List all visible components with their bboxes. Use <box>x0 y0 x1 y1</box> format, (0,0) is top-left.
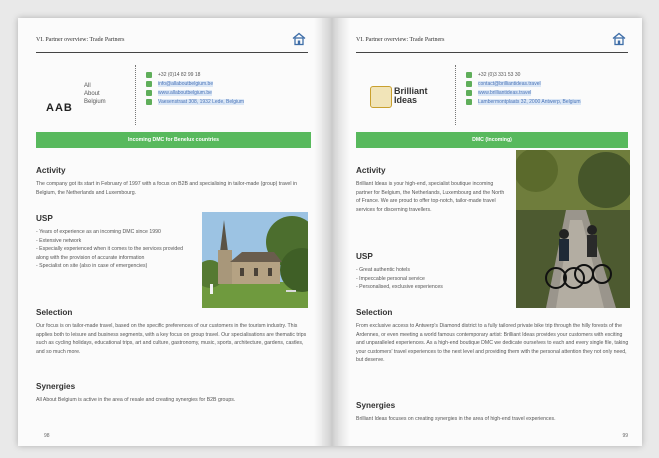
home-icon[interactable] <box>292 32 306 46</box>
right-selection-text: From exclusive access to Antwerp's Diamo… <box>356 323 629 364</box>
list-item: Extensive network <box>36 237 186 246</box>
home-icon[interactable] <box>612 32 626 46</box>
right-selection-heading: Selection <box>356 308 393 317</box>
list-item: Personalised, exclusive experiences <box>356 283 506 292</box>
left-page-number: 98 <box>44 433 50 439</box>
left-selection-heading: Selection <box>36 308 73 317</box>
list-item: Years of experience as an incoming DMC s… <box>36 228 186 237</box>
location-pin-icon <box>466 98 472 105</box>
phone-icon <box>146 71 152 78</box>
cyclists-photo <box>516 150 630 308</box>
right-synergies-heading: Synergies <box>356 401 396 410</box>
phone-icon <box>466 71 472 78</box>
website-link[interactable]: www.brilliantideas.travel <box>478 89 532 96</box>
phone-number: +32 (0)3 331 53 30 <box>478 71 521 78</box>
brochure-spread: VI. Partner overview: Trade Partners AAB… <box>18 18 642 446</box>
left-synergies-text: All About Belgium is active in the area … <box>36 397 236 403</box>
right-usp-heading: USP <box>356 252 373 261</box>
email-icon <box>466 80 472 87</box>
phone-row: +32 (0)3 331 53 30 <box>466 70 581 79</box>
right-activity-heading: Activity <box>356 166 386 175</box>
list-item: Specialist on site (also in case of emer… <box>36 262 186 271</box>
left-contact-block: +32 (0)14 82 99 18 info@allaboutbelgium.… <box>146 70 245 106</box>
aab-logo-text: All About Belgium <box>84 82 106 106</box>
left-header-title: VI. Partner overview: Trade Partners <box>36 37 125 43</box>
address-row: Vaesenstraat 308, 1932 Lede, Belgium <box>146 97 245 106</box>
right-contact-block: +32 (0)3 331 53 30 contact@brilliantidea… <box>466 70 581 106</box>
right-page: VI. Partner overview: Trade Partners Bri… <box>338 18 642 446</box>
bi-logo-line: Ideas <box>394 95 418 105</box>
aab-logo-line: Belgium <box>84 99 106 105</box>
left-usp-heading: USP <box>36 214 53 223</box>
right-page-header: VI. Partner overview: Trade Partners <box>356 30 628 53</box>
email-row: contact@brilliantideas.travel <box>466 79 581 88</box>
website-link[interactable]: www.allaboutbelgium.be <box>158 89 212 96</box>
brilliant-ideas-logo-text: Brilliant Ideas <box>394 87 428 105</box>
globe-icon <box>146 89 152 96</box>
aab-logo-mark: AAB <box>46 102 73 114</box>
address-text: Lambermontplaats 32, 2000 Antwerp, Belgi… <box>478 98 581 105</box>
left-page-header: VI. Partner overview: Trade Partners <box>36 30 308 53</box>
logo-divider <box>135 65 136 125</box>
globe-icon <box>466 89 472 96</box>
email-link[interactable]: info@allaboutbelgium.be <box>158 80 214 87</box>
right-page-number: 99 <box>622 433 628 439</box>
left-page: VI. Partner overview: Trade Partners AAB… <box>18 18 322 446</box>
address-row: Lambermontplaats 32, 2000 Antwerp, Belgi… <box>466 97 581 106</box>
list-item: Impeccable personal service <box>356 275 506 284</box>
right-usp-list: Great authentic hotels Impeccable person… <box>356 266 506 292</box>
email-link[interactable]: contact@brilliantideas.travel <box>478 80 541 87</box>
email-row: info@allaboutbelgium.be <box>146 79 244 88</box>
address-text: Vaesenstraat 308, 1932 Lede, Belgium <box>158 98 245 105</box>
phone-row: +32 (0)14 82 99 18 <box>146 70 244 79</box>
left-selection-text: Our focus is on tailor-made travel, base… <box>36 323 307 355</box>
aab-logo-line: All <box>84 83 91 89</box>
left-activity-heading: Activity <box>36 166 66 175</box>
list-item: Especially experienced when it comes to … <box>36 245 186 262</box>
page-gutter-shadow <box>314 18 350 446</box>
right-activity-text: Brilliant Ideas is your high-end, specia… <box>356 181 505 213</box>
left-synergies-heading: Synergies <box>36 382 76 391</box>
website-row: www.allaboutbelgium.be <box>146 88 244 97</box>
email-icon <box>146 80 152 87</box>
left-activity-text: The company got its start in February of… <box>36 181 297 196</box>
left-usp-list: Years of experience as an incoming DMC s… <box>36 228 186 271</box>
location-pin-icon <box>146 98 152 105</box>
right-banner: DMC (Incoming) <box>356 132 628 148</box>
left-banner: Incoming DMC for Benelux countries <box>36 132 311 148</box>
right-synergies-text: Brilliant Ideas focuses on creating syne… <box>356 416 556 422</box>
phone-number: +32 (0)14 82 99 18 <box>158 71 201 78</box>
right-header-title: VI. Partner overview: Trade Partners <box>356 37 445 43</box>
church-photo <box>202 212 308 308</box>
website-row: www.brilliantideas.travel <box>466 88 581 97</box>
brilliant-ideas-logo-mark <box>370 86 392 108</box>
logo-divider <box>455 65 456 125</box>
list-item: Great authentic hotels <box>356 266 506 275</box>
aab-logo-line: About <box>84 91 100 97</box>
